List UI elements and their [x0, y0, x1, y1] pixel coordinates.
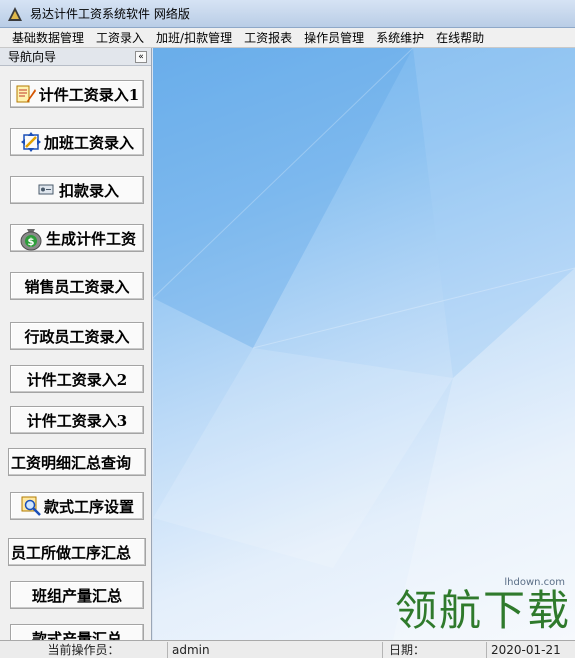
nav-button-piece-wage-entry-3[interactable]: 计件工资录入3 — [10, 406, 144, 434]
nav-button-generate-piece-wage[interactable]: $ 生成计件工资 — [10, 224, 144, 252]
edit-form-icon — [16, 85, 36, 103]
operator-value: admin — [168, 642, 383, 658]
nav-button-label: 计件工资录入1 — [38, 85, 140, 104]
nav-button-sales-wage-entry[interactable]: 销售员工资录入 — [10, 272, 144, 300]
background-decoration — [153, 48, 575, 640]
menu-wage-report[interactable]: 工资报表 — [238, 29, 298, 47]
svg-text:$: $ — [28, 237, 35, 248]
app-icon — [8, 6, 22, 21]
nav-button-label: 计件工资录入3 — [26, 411, 128, 430]
nav-button-piece-wage-entry-2[interactable]: 计件工资录入2 — [10, 365, 144, 393]
main-workspace: lhdown.com 领航下载 — [153, 48, 575, 640]
nav-button-label: 工资明细汇总查询 — [11, 453, 132, 472]
nav-button-style-process-setup[interactable]: 款式工序设置 — [10, 492, 144, 520]
nav-button-wage-detail-summary-query[interactable]: 工资明细汇总查询 — [8, 448, 146, 476]
nav-button-label: 班组产量汇总 — [31, 586, 122, 605]
watermark: lhdown.com 领航下载 — [395, 577, 571, 634]
nav-button-label: 扣款录入 — [58, 181, 119, 200]
nav-button-admin-wage-entry[interactable]: 行政员工资录入 — [10, 322, 144, 350]
navigation-sidebar: 导航向导 « 计件工资录入1 加班工资录入 扣款录入 $ 生成计件工资 销售员工… — [0, 48, 152, 640]
nav-button-label: 款式工序设置 — [43, 497, 134, 516]
menu-online-help[interactable]: 在线帮助 — [430, 29, 490, 47]
pencil-resize-icon — [20, 132, 41, 152]
nav-button-overtime-wage-entry[interactable]: 加班工资录入 — [10, 128, 144, 156]
watermark-text: 领航下载 — [394, 586, 571, 635]
date-value: 2020-01-21 — [491, 643, 561, 657]
nav-button-deduction-entry[interactable]: 扣款录入 — [10, 176, 144, 204]
window-title: 易达计件工资系统软件 网络版 — [30, 7, 190, 21]
nav-button-label: 加班工资录入 — [43, 133, 134, 152]
nav-button-label: 款式产量汇总 — [31, 629, 122, 641]
deduct-icon — [38, 184, 54, 195]
nav-button-label: 员工所做工序汇总 — [11, 543, 132, 562]
nav-button-label: 行政员工资录入 — [24, 327, 130, 346]
menu-wage-entry[interactable]: 工资录入 — [90, 29, 150, 47]
collapse-sidebar-button[interactable]: « — [135, 50, 147, 63]
operator-label: 当前操作员： — [0, 642, 168, 658]
nav-button-piece-wage-entry-1[interactable]: 计件工资录入1 — [10, 80, 144, 108]
money-bag-icon: $ — [20, 229, 42, 251]
menu-overtime-deduction[interactable]: 加班/扣款管理 — [150, 29, 238, 47]
sidebar-header: 导航向导 « — [0, 48, 151, 66]
title-bar: 易达计件工资系统软件 网络版 — [0, 0, 575, 28]
menu-operator-management[interactable]: 操作员管理 — [298, 29, 370, 47]
nav-button-employee-process-summary[interactable]: 员工所做工序汇总 — [8, 538, 146, 566]
nav-button-label: 计件工资录入2 — [26, 370, 128, 389]
status-bar: 当前操作员： admin 日期： 2020-01-21 — [0, 640, 575, 658]
search-tools-icon — [21, 496, 41, 516]
nav-button-team-output-summary[interactable]: 班组产量汇总 — [10, 581, 144, 609]
nav-button-style-output-summary[interactable]: 款式产量汇总 — [10, 624, 144, 640]
nav-button-label: 销售员工资录入 — [24, 277, 130, 296]
nav-button-label: 生成计件工资 — [45, 229, 136, 248]
menu-bar: 基础数据管理 工资录入 加班/扣款管理 工资报表 操作员管理 系统维护 在线帮助 — [0, 28, 575, 48]
menu-system-maintenance[interactable]: 系统维护 — [370, 29, 430, 47]
menu-basic-data[interactable]: 基础数据管理 — [6, 29, 90, 47]
sidebar-title: 导航向导 — [8, 50, 57, 64]
date-label: 日期： — [383, 642, 487, 658]
